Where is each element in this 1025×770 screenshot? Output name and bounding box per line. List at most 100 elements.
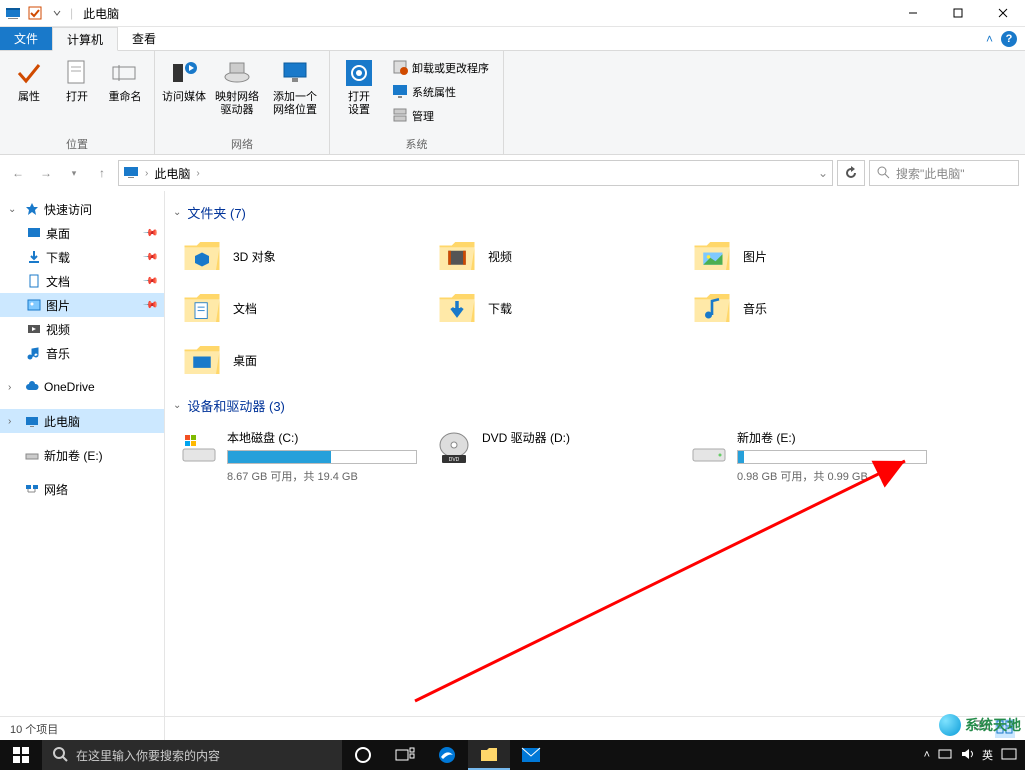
manage-icon [392, 107, 408, 126]
window-title: 此电脑 [83, 5, 119, 22]
breadcrumb[interactable]: 此电脑 [154, 165, 190, 182]
chevron-right-icon[interactable]: › [8, 382, 20, 393]
address-bar[interactable]: › 此电脑 › ⌄ [118, 160, 833, 186]
drive-e[interactable]: 新加卷 (E:) 0.98 GB 可用，共 0.99 GB [683, 423, 938, 490]
taskbar-mail[interactable] [510, 740, 552, 770]
maximize-button[interactable] [935, 0, 980, 27]
pin-icon: 📌 [141, 225, 158, 242]
annotation-arrow [395, 451, 935, 711]
drive-dvd[interactable]: DVD DVD 驱动器 (D:) [428, 423, 683, 490]
chevron-right-icon[interactable]: › [196, 168, 199, 179]
forward-button[interactable]: → [34, 161, 58, 185]
system-properties-button[interactable]: 系统属性 [388, 81, 493, 103]
collapse-ribbon-icon[interactable]: ˄ [986, 32, 993, 46]
document-icon [26, 273, 42, 289]
tray-chevron-icon[interactable]: ˄ [924, 749, 930, 761]
ribbon-group-network-label: 网络 [161, 134, 323, 154]
sidebar-videos[interactable]: 视频 [0, 317, 164, 341]
tab-file[interactable]: 文件 [0, 27, 52, 50]
qat-dropdown-icon[interactable] [48, 4, 66, 22]
start-button[interactable] [0, 740, 42, 770]
chevron-down-icon[interactable]: ⌄ [8, 204, 20, 215]
sidebar-onedrive[interactable]: › OneDrive [0, 375, 164, 399]
close-button[interactable] [980, 0, 1025, 27]
manage-button[interactable]: 管理 [388, 105, 493, 127]
drive-name: 新加卷 (E:) [737, 429, 930, 446]
rename-button[interactable]: 重命名 [102, 55, 148, 134]
folder-3d-objects[interactable]: 3D 对象 [173, 230, 428, 282]
refresh-button[interactable] [837, 160, 865, 186]
sidebar-documents[interactable]: 文档 📌 [0, 269, 164, 293]
help-icon[interactable]: ? [1001, 31, 1017, 47]
folder-downloads[interactable]: 下载 [428, 282, 683, 334]
folder-desktop[interactable]: 桌面 [173, 334, 428, 386]
pin-icon: 📌 [141, 273, 158, 290]
open-settings-button[interactable]: 打开 设置 [336, 55, 382, 134]
ribbon: 属性 打开 重命名 位置 访问媒体 映射网络 驱动器 [0, 51, 1025, 155]
back-button[interactable]: ← [6, 161, 30, 185]
gear-icon [343, 57, 375, 89]
tray-volume-icon[interactable] [960, 747, 974, 764]
access-media-button[interactable]: 访问媒体 [161, 55, 207, 134]
qat-checkbox-icon[interactable] [26, 4, 44, 22]
minimize-button[interactable] [890, 0, 935, 27]
watermark: 系统天地 [939, 714, 1021, 736]
sidebar-quick-access[interactable]: ⌄ 快速访问 [0, 197, 164, 221]
globe-icon [939, 714, 961, 736]
task-view-button[interactable] [384, 740, 426, 770]
chevron-right-icon[interactable]: › [145, 168, 148, 179]
taskbar-explorer[interactable] [468, 740, 510, 770]
properties-button[interactable]: 属性 [6, 55, 52, 134]
sidebar-music[interactable]: 音乐 [0, 341, 164, 365]
add-location-button[interactable]: 添加一个 网络位置 [267, 55, 323, 134]
section-drives-header[interactable]: ⌄ 设备和驱动器 (3) [173, 396, 1025, 415]
open-button[interactable]: 打开 [54, 55, 100, 134]
up-button[interactable]: ↑ [90, 161, 114, 185]
dropdown-icon[interactable]: ⌄ [818, 166, 828, 180]
folder-icon [436, 235, 478, 277]
drive-sub: 8.67 GB 可用，共 19.4 GB [227, 468, 420, 484]
search-icon [52, 746, 68, 765]
search-placeholder: 搜索"此电脑" [896, 165, 965, 182]
sidebar-downloads[interactable]: 下载 📌 [0, 245, 164, 269]
pin-icon: 📌 [141, 297, 158, 314]
pin-icon: 📌 [141, 249, 158, 266]
folder-icon [691, 287, 733, 329]
content-area: ⌄ 文件夹 (7) 3D 对象 视频 图片 文档 下载 [165, 191, 1025, 750]
tab-computer[interactable]: 计算机 [52, 27, 118, 51]
taskbar-edge[interactable] [426, 740, 468, 770]
status-item-count: 10 个项目 [10, 721, 58, 737]
tab-view[interactable]: 查看 [118, 27, 170, 50]
map-drive-button[interactable]: 映射网络 驱动器 [209, 55, 265, 134]
drive-c[interactable]: 本地磁盘 (C:) 8.67 GB 可用，共 19.4 GB [173, 423, 428, 490]
recent-dropdown[interactable]: ▾ [62, 161, 86, 185]
tray-ime[interactable]: 英 [982, 747, 993, 763]
folder-pictures[interactable]: 图片 [683, 230, 938, 282]
taskbar: 在这里输入你要搜索的内容 ˄ 英 14:20 [0, 740, 1025, 770]
folder-icon [436, 287, 478, 329]
media-server-icon [168, 57, 200, 89]
tray-keyboard-icon[interactable] [1001, 748, 1017, 763]
sidebar-desktop[interactable]: 桌面 📌 [0, 221, 164, 245]
uninstall-button[interactable]: 卸载或更改程序 [388, 57, 493, 79]
sidebar-this-pc[interactable]: › 此电脑 [0, 409, 164, 433]
section-folders-header[interactable]: ⌄ 文件夹 (7) [173, 203, 1025, 222]
chevron-right-icon[interactable]: › [8, 416, 20, 427]
dvd-icon: DVD [436, 431, 472, 467]
drive-network-icon [221, 57, 253, 89]
folder-icon [181, 287, 223, 329]
sidebar-network[interactable]: › 网络 [0, 477, 164, 501]
taskbar-search[interactable]: 在这里输入你要搜索的内容 [42, 740, 342, 770]
download-icon [26, 249, 42, 265]
folder-documents[interactable]: 文档 [173, 282, 428, 334]
search-input[interactable]: 搜索"此电脑" [869, 160, 1019, 186]
folder-music[interactable]: 音乐 [683, 282, 938, 334]
tray-network-icon[interactable] [938, 747, 952, 764]
cortana-button[interactable] [342, 740, 384, 770]
pc-icon [123, 164, 139, 183]
sidebar-new-volume[interactable]: › 新加卷 (E:) [0, 443, 164, 467]
drive-sub: 0.98 GB 可用，共 0.99 GB [737, 468, 930, 484]
desktop-icon [26, 225, 42, 241]
sidebar-pictures[interactable]: 图片 📌 [0, 293, 164, 317]
folder-videos[interactable]: 视频 [428, 230, 683, 282]
